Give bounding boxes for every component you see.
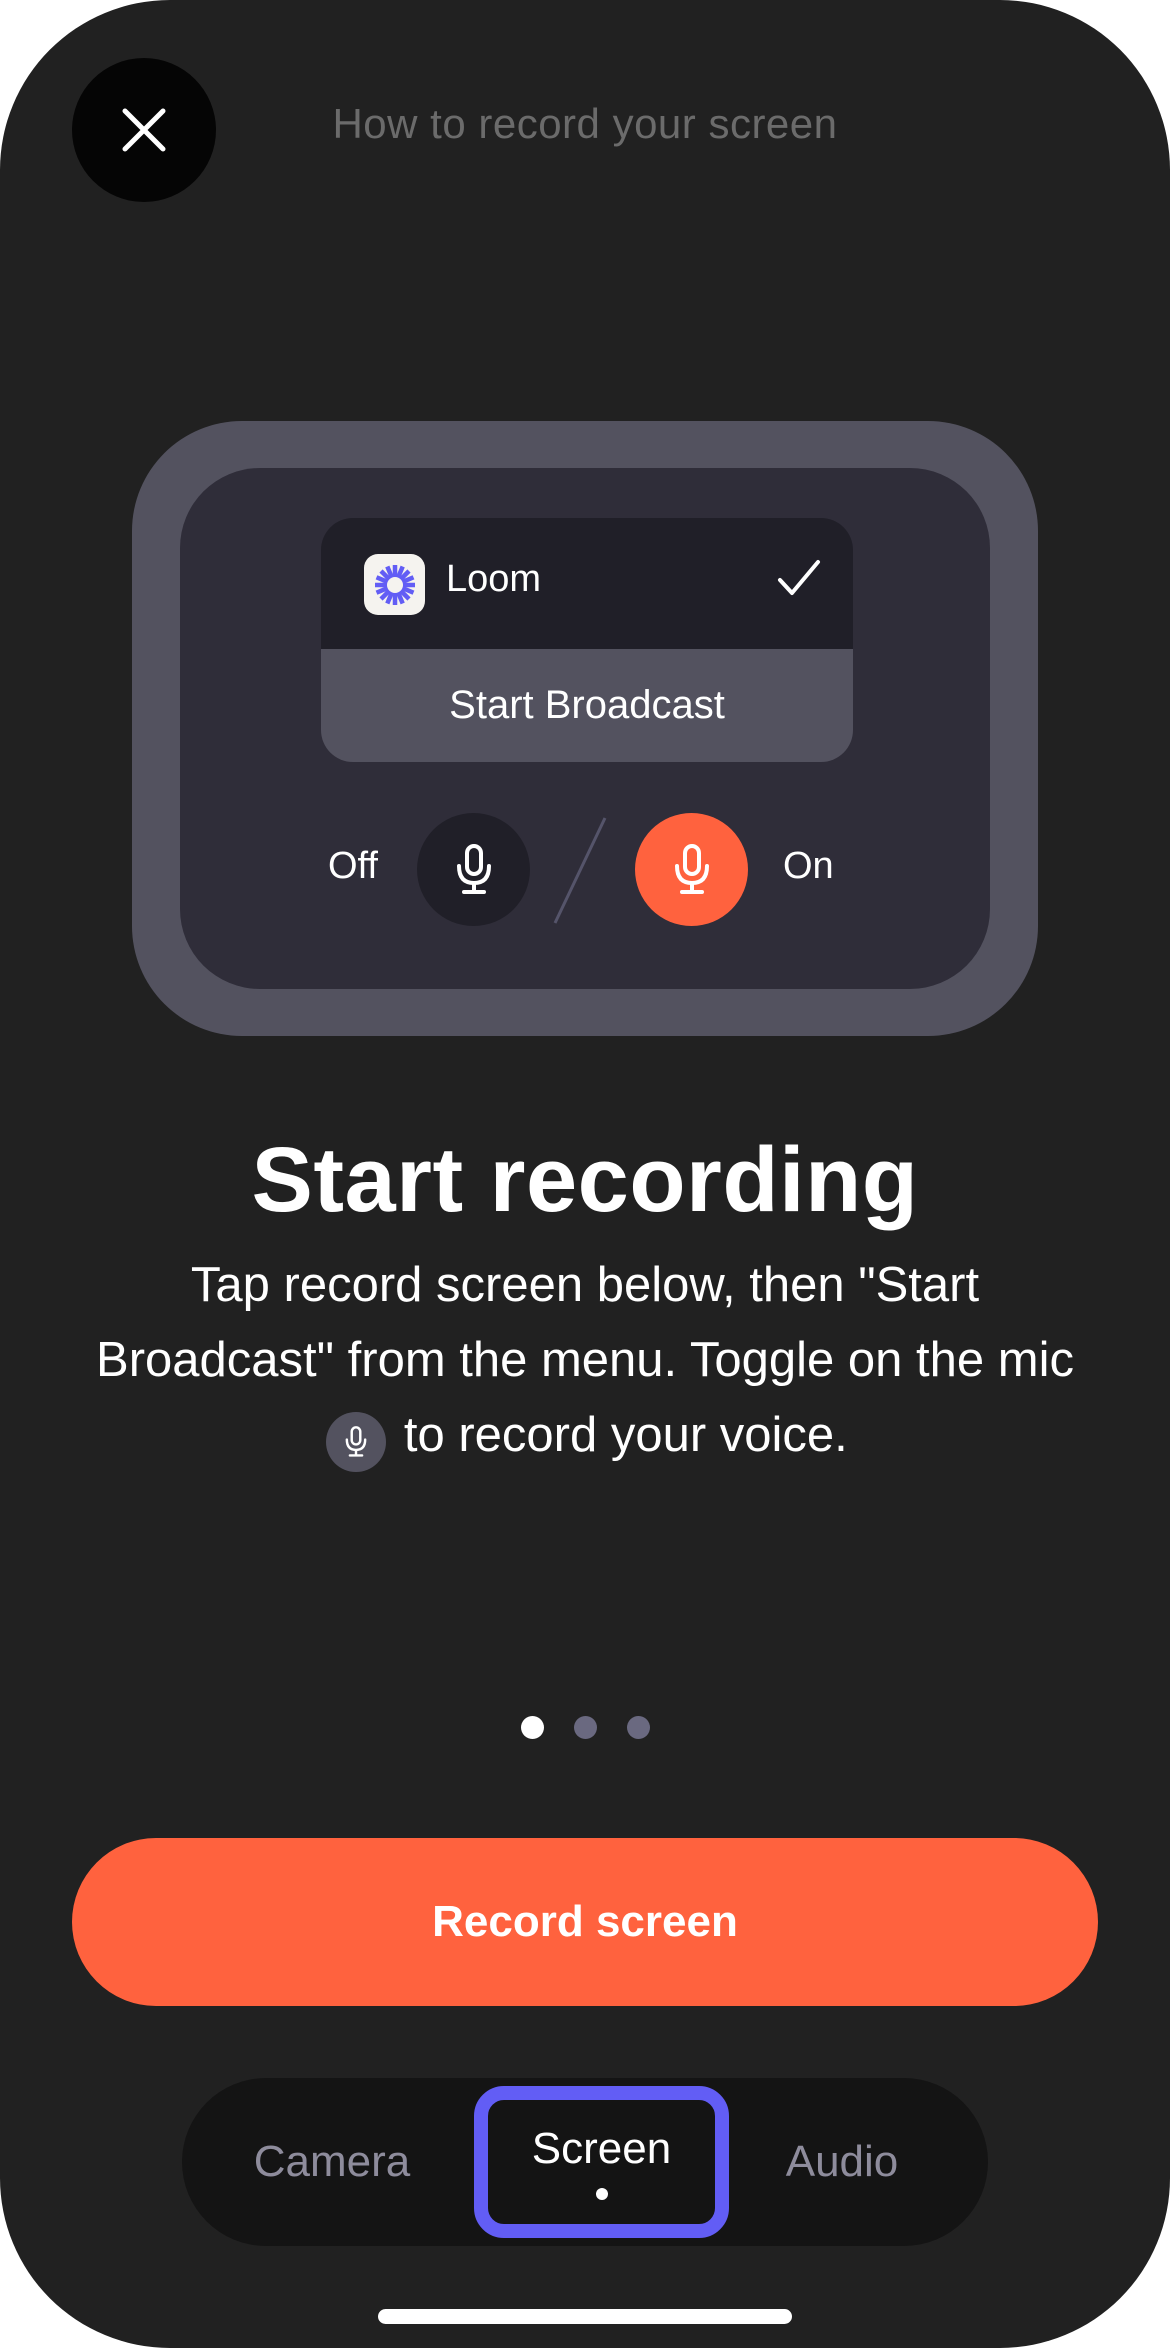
step-description: Tap record screen below, then "Start Bro… bbox=[90, 1248, 1080, 1473]
mode-selector: Camera Screen Audio bbox=[182, 2078, 988, 2246]
mode-tab-screen-label: Screen bbox=[531, 2124, 672, 2173]
broadcast-menu-card: Loom Start Broadcast bbox=[321, 518, 853, 762]
app-option-row: Loom bbox=[321, 518, 853, 649]
start-broadcast-option: Start Broadcast bbox=[321, 649, 853, 762]
description-text: Tap record screen below, then "Start Bro… bbox=[96, 1258, 1074, 1387]
inline-microphone-icon bbox=[326, 1412, 387, 1472]
mic-toggle-row: Off On bbox=[180, 813, 990, 928]
mic-on-indicator bbox=[635, 813, 748, 926]
mode-tab-screen[interactable]: Screen bbox=[474, 2086, 729, 2238]
screen: How to record your screen Loom Start Bro… bbox=[0, 0, 1170, 2348]
app-name: Loom bbox=[446, 558, 542, 600]
page-indicator bbox=[0, 1716, 1170, 1739]
illustration-panel: Loom Start Broadcast Off On bbox=[180, 468, 990, 989]
microphone-icon bbox=[674, 843, 709, 894]
checkmark-icon bbox=[778, 560, 820, 595]
mic-off-label: Off bbox=[328, 845, 378, 887]
mode-tab-camera[interactable]: Camera bbox=[242, 2078, 422, 2246]
loom-logo-icon bbox=[364, 554, 425, 615]
step-heading: Start recording bbox=[251, 1129, 919, 1231]
mic-off-indicator bbox=[417, 813, 530, 926]
mic-on-label: On bbox=[783, 845, 834, 887]
page-dot-2[interactable] bbox=[573, 1716, 597, 1739]
page-dot-1[interactable] bbox=[520, 1716, 544, 1739]
description-text-end: to record your voice. bbox=[403, 1408, 848, 1462]
home-indicator[interactable] bbox=[378, 2309, 792, 2324]
broadcast-illustration: Loom Start Broadcast Off On bbox=[132, 421, 1038, 1036]
microphone-icon bbox=[456, 843, 491, 894]
page-title: How to record your screen bbox=[332, 100, 838, 147]
selected-indicator-dot bbox=[595, 2188, 608, 2200]
page-dot-3[interactable] bbox=[626, 1716, 650, 1739]
divider-slash bbox=[553, 817, 607, 924]
record-screen-button[interactable]: Record screen bbox=[72, 1838, 1098, 2006]
mode-tab-audio[interactable]: Audio bbox=[757, 2078, 927, 2246]
